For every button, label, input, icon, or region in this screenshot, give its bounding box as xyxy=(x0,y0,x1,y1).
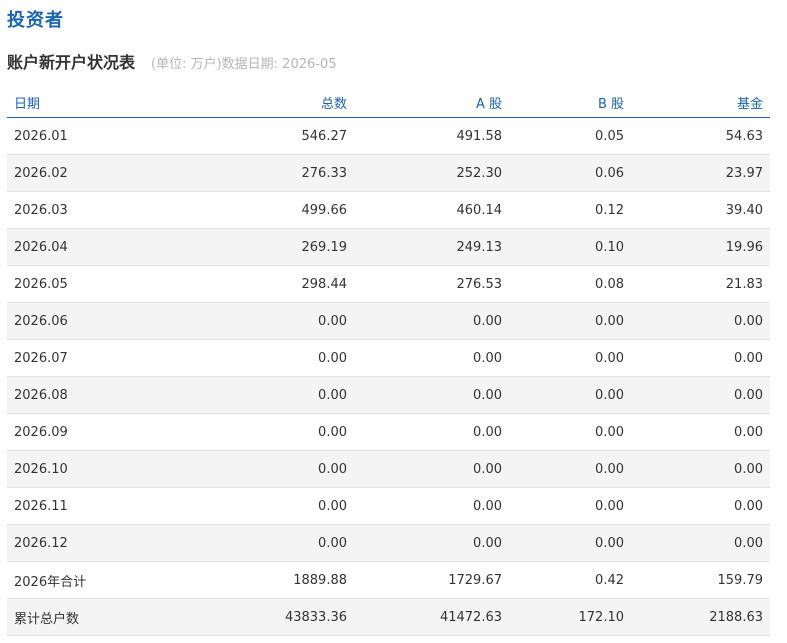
cell-date: 2026.07 xyxy=(7,339,182,377)
cell-total: 43833.36 xyxy=(182,598,354,636)
cell-a-share: 252.30 xyxy=(354,154,509,192)
cell-date: 2026.12 xyxy=(7,524,182,562)
table-row: 2026.02 276.33 252.30 0.06 23.97 xyxy=(7,154,770,192)
cell-fund: 0.00 xyxy=(631,450,770,488)
cell-a-share: 0.00 xyxy=(354,524,509,562)
cell-total: 0.00 xyxy=(182,487,354,525)
cell-total: 499.66 xyxy=(182,191,354,229)
cell-date: 2026.08 xyxy=(7,376,182,414)
cell-date: 2026.02 xyxy=(7,154,182,192)
table-row: 2026.05 298.44 276.53 0.08 21.83 xyxy=(7,265,770,303)
cell-fund: 19.96 xyxy=(631,228,770,266)
cell-a-share: 0.00 xyxy=(354,302,509,340)
cell-b-share: 0.00 xyxy=(509,487,631,525)
cell-date: 2026.03 xyxy=(7,191,182,229)
cell-b-share: 0.00 xyxy=(509,376,631,414)
table-header-row: 日期 总数 A 股 B 股 基金 xyxy=(7,88,770,118)
table-title: 账户新开户状况表 xyxy=(7,53,136,72)
table-row: 2026.11 0.00 0.00 0.00 0.00 xyxy=(7,487,770,525)
cell-a-share: 276.53 xyxy=(354,265,509,303)
table-row: 2026.04 269.19 249.13 0.10 19.96 xyxy=(7,228,770,266)
table-row-cumulative-total: 累计总户数 43833.36 41472.63 172.10 2188.63 xyxy=(7,598,770,636)
cell-a-share: 0.00 xyxy=(354,487,509,525)
cell-fund: 0.00 xyxy=(631,487,770,525)
cell-fund: 2188.63 xyxy=(631,598,770,636)
new-accounts-table: 日期 总数 A 股 B 股 基金 2026.01 546.27 491.58 0… xyxy=(7,88,770,636)
cell-fund: 0.00 xyxy=(631,339,770,377)
cell-date: 2026.10 xyxy=(7,450,182,488)
cell-date: 2026.01 xyxy=(7,117,182,155)
cell-date: 2026.11 xyxy=(7,487,182,525)
cell-b-share: 0.12 xyxy=(509,191,631,229)
cell-b-share: 172.10 xyxy=(509,598,631,636)
column-header-total: 总数 xyxy=(182,88,354,118)
cell-b-share: 0.06 xyxy=(509,154,631,192)
table-header: 账户新开户状况表 (单位: 万户)数据日期: 2026-05 xyxy=(7,50,337,76)
cell-total: 0.00 xyxy=(182,413,354,451)
cell-b-share: 0.08 xyxy=(509,265,631,303)
cell-b-share: 0.00 xyxy=(509,302,631,340)
cell-a-share: 1729.67 xyxy=(354,561,509,599)
cell-total: 0.00 xyxy=(182,339,354,377)
cell-total: 298.44 xyxy=(182,265,354,303)
cell-total: 0.00 xyxy=(182,302,354,340)
cell-b-share: 0.10 xyxy=(509,228,631,266)
cell-b-share: 0.00 xyxy=(509,339,631,377)
cell-date: 2026.05 xyxy=(7,265,182,303)
cell-date: 2026.04 xyxy=(7,228,182,266)
cell-b-share: 0.00 xyxy=(509,450,631,488)
cell-total: 269.19 xyxy=(182,228,354,266)
column-header-fund: 基金 xyxy=(631,88,770,118)
cell-fund: 39.40 xyxy=(631,191,770,229)
table-row: 2026.12 0.00 0.00 0.00 0.00 xyxy=(7,524,770,562)
table-row: 2026.06 0.00 0.00 0.00 0.00 xyxy=(7,302,770,340)
cell-b-share: 0.00 xyxy=(509,413,631,451)
cell-fund: 0.00 xyxy=(631,413,770,451)
cell-total: 0.00 xyxy=(182,450,354,488)
table-row: 2026.07 0.00 0.00 0.00 0.00 xyxy=(7,339,770,377)
cell-a-share: 0.00 xyxy=(354,339,509,377)
table-row: 2026.08 0.00 0.00 0.00 0.00 xyxy=(7,376,770,414)
cell-b-share: 0.00 xyxy=(509,524,631,562)
cell-fund: 0.00 xyxy=(631,524,770,562)
cell-fund: 54.63 xyxy=(631,117,770,155)
table-meta: (单位: 万户)数据日期: 2026-05 xyxy=(151,57,337,72)
cell-a-share: 0.00 xyxy=(354,450,509,488)
cell-a-share: 41472.63 xyxy=(354,598,509,636)
cell-fund: 159.79 xyxy=(631,561,770,599)
cell-date: 累计总户数 xyxy=(7,598,182,636)
table-row-year-total: 2026年合计 1889.88 1729.67 0.42 159.79 xyxy=(7,561,770,599)
cell-date: 2026.06 xyxy=(7,302,182,340)
cell-a-share: 249.13 xyxy=(354,228,509,266)
cell-fund: 21.83 xyxy=(631,265,770,303)
cell-total: 276.33 xyxy=(182,154,354,192)
cell-a-share: 0.00 xyxy=(354,376,509,414)
cell-a-share: 460.14 xyxy=(354,191,509,229)
table-row: 2026.09 0.00 0.00 0.00 0.00 xyxy=(7,413,770,451)
page-title: 投资者 xyxy=(7,10,64,31)
cell-total: 0.00 xyxy=(182,376,354,414)
cell-b-share: 0.42 xyxy=(509,561,631,599)
column-header-a-share: A 股 xyxy=(354,88,509,118)
cell-fund: 23.97 xyxy=(631,154,770,192)
cell-total: 0.00 xyxy=(182,524,354,562)
cell-date: 2026.09 xyxy=(7,413,182,451)
table-row: 2026.01 546.27 491.58 0.05 54.63 xyxy=(7,117,770,155)
cell-total: 1889.88 xyxy=(182,561,354,599)
cell-a-share: 491.58 xyxy=(354,117,509,155)
cell-fund: 0.00 xyxy=(631,376,770,414)
table-row: 2026.10 0.00 0.00 0.00 0.00 xyxy=(7,450,770,488)
column-header-b-share: B 股 xyxy=(509,88,631,118)
cell-b-share: 0.05 xyxy=(509,117,631,155)
cell-fund: 0.00 xyxy=(631,302,770,340)
column-header-date: 日期 xyxy=(7,88,182,118)
cell-total: 546.27 xyxy=(182,117,354,155)
cell-a-share: 0.00 xyxy=(354,413,509,451)
table-row: 2026.03 499.66 460.14 0.12 39.40 xyxy=(7,191,770,229)
cell-date: 2026年合计 xyxy=(7,561,182,599)
